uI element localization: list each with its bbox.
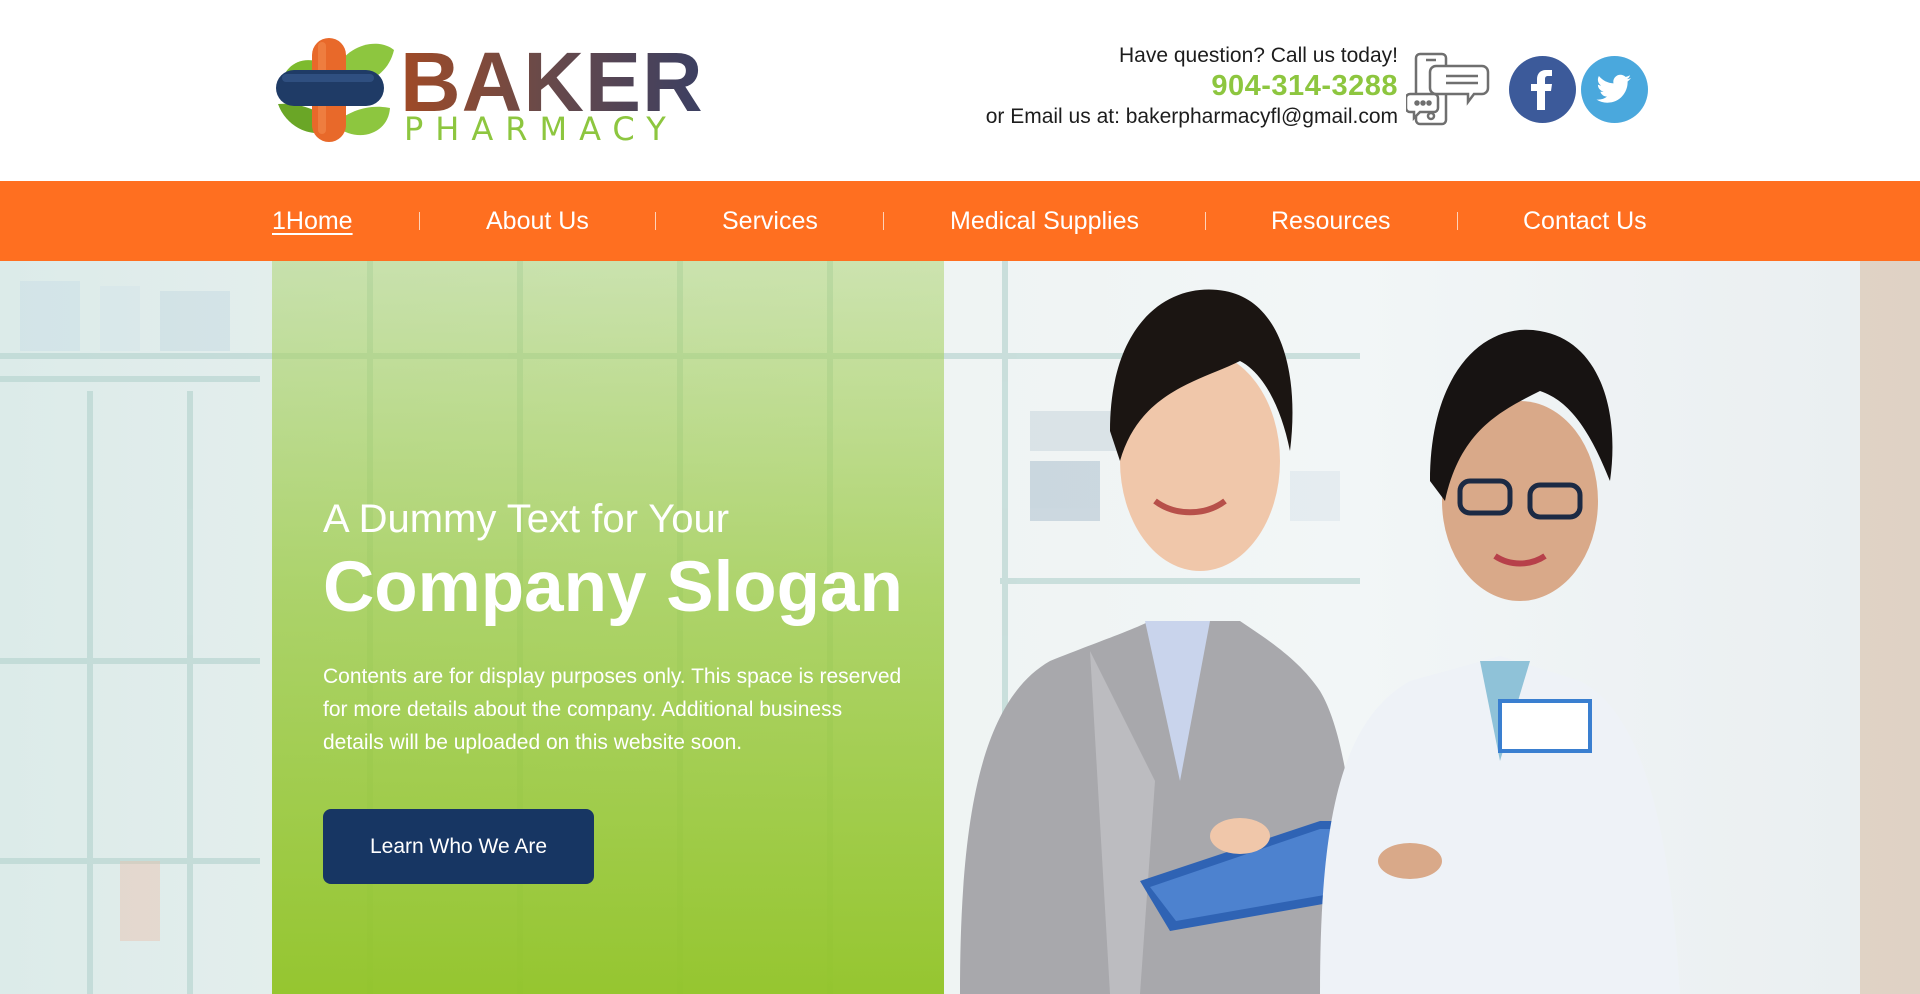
hero-slogan-intro: A Dummy Text for Your — [323, 497, 730, 541]
hero-description: Contents are for display purposes only. … — [323, 665, 902, 754]
nav-item-resources[interactable]: Resources — [1271, 181, 1391, 261]
site-logo[interactable]: BAKER PHARMACY — [272, 32, 703, 148]
hero-slogan-title: Company Slogan — [323, 548, 903, 627]
twitter-icon — [1596, 74, 1632, 103]
pharmacy-cross-logo-icon — [276, 38, 394, 142]
brand-subtitle: PHARMACY — [404, 110, 678, 148]
nav-item-about-us[interactable]: About Us — [486, 181, 589, 261]
contact-question: Have question? Call us today! — [1119, 44, 1398, 67]
email-line[interactable]: or Email us at: bakerpharmacyfl@gmail.co… — [986, 103, 1398, 130]
nav-divider — [419, 212, 420, 230]
phone-number[interactable]: 904-314-3288 — [986, 69, 1398, 103]
phone-chat-icon — [1406, 52, 1490, 126]
twitter-link[interactable] — [1581, 56, 1648, 123]
learn-who-we-are-button[interactable]: Learn Who We Are — [323, 809, 594, 884]
nav-divider — [883, 212, 884, 230]
nav-divider — [1205, 212, 1206, 230]
nav-item-medical-supplies[interactable]: Medical Supplies — [950, 181, 1139, 261]
nav-divider — [655, 212, 656, 230]
hero-banner: A Dummy Text for Your Company Slogan Con… — [0, 261, 1920, 994]
main-nav: 1Home About Us Services Medical Supplies… — [0, 181, 1920, 261]
nav-item-services[interactable]: Services — [722, 181, 818, 261]
pharmacists-photo — [960, 289, 1680, 994]
nav-item-home[interactable]: 1Home — [272, 181, 353, 261]
facebook-icon — [1531, 70, 1552, 110]
site-header: BAKER PHARMACY Have question? Call us to… — [0, 0, 1920, 181]
facebook-link[interactable] — [1509, 56, 1576, 123]
header-contact: Have question? Call us today! 904-314-32… — [986, 42, 1398, 130]
nav-divider — [1457, 212, 1458, 230]
nav-item-contact-us[interactable]: Contact Us — [1523, 181, 1647, 261]
